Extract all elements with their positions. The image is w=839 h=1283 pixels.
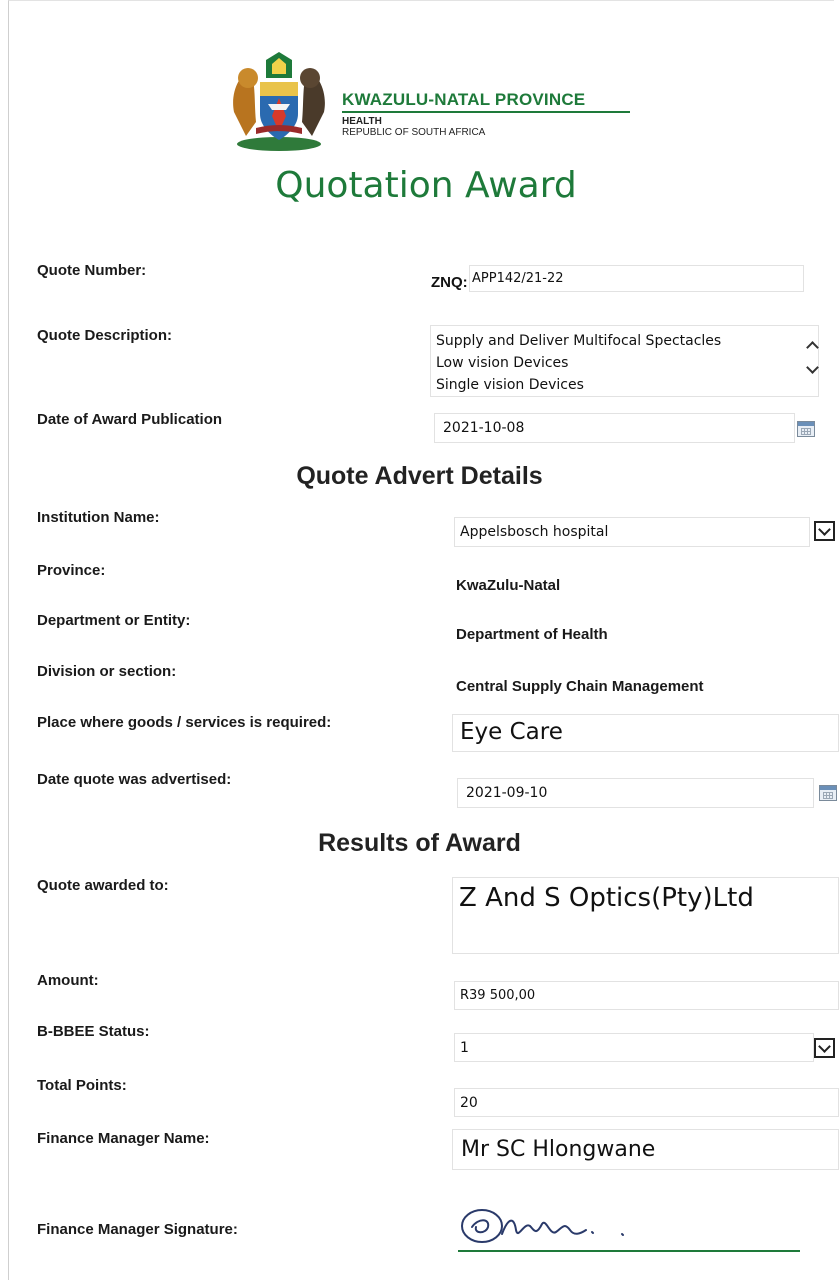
award-date-label: Date of Award Publication bbox=[37, 411, 223, 428]
coat-of-arms-logo bbox=[233, 52, 325, 151]
quote-description-field[interactable]: Supply and Deliver Multifocal Spectacles… bbox=[430, 325, 819, 397]
amount-field[interactable]: R39 500,00 bbox=[454, 981, 839, 1010]
finance-manager-name-label: Finance Manager Name: bbox=[37, 1130, 210, 1147]
department-value: Department of Health bbox=[456, 626, 608, 643]
quote-number-prefix: ZNQ: bbox=[431, 274, 468, 291]
quote-description-label: Quote Description: bbox=[37, 327, 173, 344]
org-subtitle-country: REPUBLIC OF SOUTH AFRICA bbox=[342, 127, 486, 138]
bbbee-select[interactable]: 1 bbox=[454, 1033, 814, 1062]
place-label: Place where goods / services is required… bbox=[37, 714, 332, 731]
quote-number-label: Quote Number: bbox=[37, 262, 147, 279]
results-heading: Results of Award bbox=[318, 829, 521, 857]
org-title: KWAZULU-NATAL PROVINCE bbox=[342, 90, 586, 109]
calendar-icon[interactable] bbox=[819, 785, 837, 801]
institution-dropdown-icon[interactable] bbox=[814, 521, 835, 541]
bbbee-label: B-BBEE Status: bbox=[37, 1023, 150, 1040]
awarded-to-label: Quote awarded to: bbox=[37, 877, 169, 894]
org-title-underline bbox=[342, 111, 630, 113]
province-label: Province: bbox=[37, 562, 106, 579]
calendar-icon[interactable] bbox=[797, 421, 815, 437]
institution-label: Institution Name: bbox=[37, 509, 160, 526]
amount-label: Amount: bbox=[37, 972, 99, 989]
description-line: Low vision Devices bbox=[436, 355, 569, 371]
quote-number-field[interactable]: APP142/21-22 bbox=[469, 265, 804, 292]
finance-manager-signature bbox=[458, 1209, 800, 1252]
description-line: Supply and Deliver Multifocal Spectacles bbox=[436, 333, 722, 349]
advert-details-heading: Quote Advert Details bbox=[296, 462, 543, 490]
advertised-date-field[interactable]: 2021-09-10 bbox=[457, 778, 814, 808]
advertised-date-label: Date quote was advertised: bbox=[37, 771, 232, 788]
finance-manager-name-field[interactable]: Mr SC Hlongwane bbox=[452, 1129, 839, 1170]
award-date-field[interactable]: 2021-10-08 bbox=[434, 413, 795, 443]
total-points-field[interactable]: 20 bbox=[454, 1088, 839, 1117]
description-line: Single vision Devices bbox=[436, 377, 584, 393]
institution-select[interactable]: Appelsbosch hospital bbox=[454, 517, 810, 547]
bbbee-dropdown-icon[interactable] bbox=[814, 1038, 835, 1058]
total-points-label: Total Points: bbox=[37, 1077, 127, 1094]
org-subtitle-health: HEALTH bbox=[342, 116, 382, 127]
finance-manager-signature-label: Finance Manager Signature: bbox=[37, 1221, 238, 1238]
place-field[interactable]: Eye Care bbox=[452, 714, 839, 752]
division-label: Division or section: bbox=[37, 663, 177, 680]
awarded-to-field[interactable]: Z And S Optics(Pty)Ltd bbox=[452, 877, 839, 954]
department-label: Department or Entity: bbox=[37, 612, 191, 629]
province-value: KwaZulu-Natal bbox=[456, 577, 561, 594]
division-value: Central Supply Chain Management bbox=[456, 678, 704, 695]
document-title: Quotation Award bbox=[275, 165, 577, 206]
